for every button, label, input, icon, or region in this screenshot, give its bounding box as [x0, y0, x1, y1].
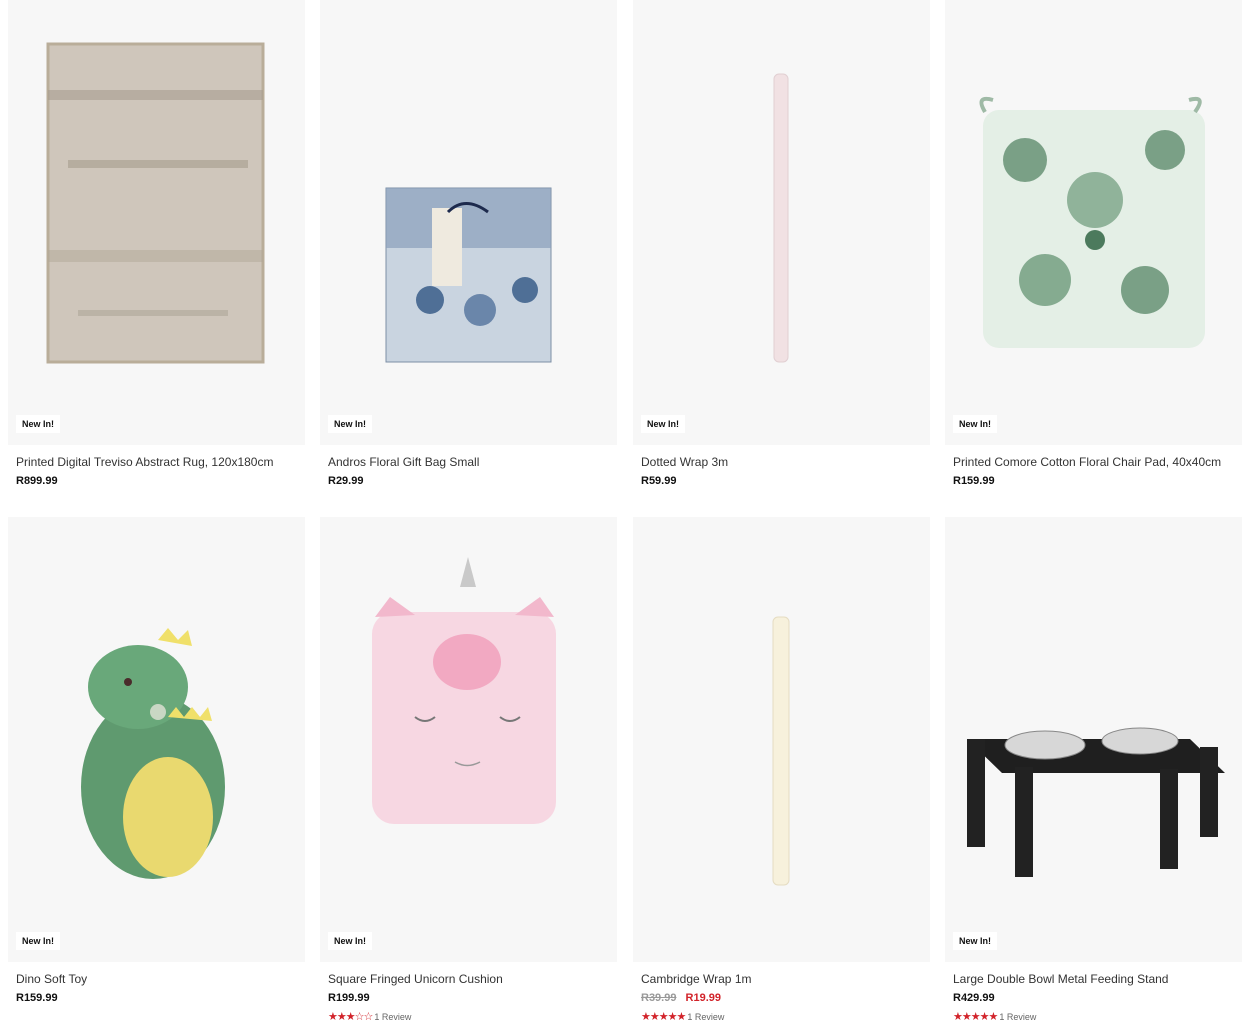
dino-toy-image — [81, 628, 225, 879]
product-card[interactable]: New In! Large Double Bowl Metal Feeding … — [945, 517, 1242, 1023]
product-rating[interactable]: ★★★★★ 1 Review — [953, 1010, 1242, 1023]
wrap-roll-image — [773, 73, 789, 363]
new-in-badge: New In! — [953, 415, 998, 433]
review-count[interactable]: 1 Review — [374, 1012, 411, 1022]
product-title[interactable]: Printed Comore Cotton Floral Chair Pad, … — [953, 455, 1242, 469]
rug-image — [46, 42, 265, 364]
rating-stars: ★★★★★ — [953, 1011, 998, 1023]
product-card[interactable]: Cambridge Wrap 1m R39.99 R19.99 ★★★★★ 1 … — [633, 517, 930, 1023]
product-image[interactable]: New In! — [8, 517, 305, 962]
product-card[interactable]: New In! Dino Soft Toy R159.99 — [8, 517, 305, 1004]
product-title[interactable]: Andros Floral Gift Bag Small — [328, 455, 617, 469]
rating-stars: ★★★☆☆ — [328, 1011, 373, 1023]
review-count[interactable]: 1 Review — [687, 1012, 724, 1022]
product-title[interactable]: Printed Digital Treviso Abstract Rug, 12… — [16, 455, 305, 469]
product-card[interactable]: New In! Square Fringed Unicorn Cushion R… — [320, 517, 617, 1023]
product-title[interactable]: Dotted Wrap 3m — [641, 455, 930, 469]
product-image[interactable]: New In! — [320, 0, 617, 445]
product-rating[interactable]: ★★★☆☆ 1 Review — [328, 1010, 617, 1023]
feeding-stand-image — [967, 727, 1225, 877]
product-price: R29.99 — [328, 475, 364, 487]
product-price: R899.99 — [16, 475, 58, 487]
product-image[interactable]: New In! — [320, 517, 617, 962]
new-in-badge: New In! — [328, 932, 373, 950]
sale-price: R19.99 — [685, 992, 722, 1004]
product-image[interactable]: New In! — [8, 0, 305, 445]
product-title[interactable]: Cambridge Wrap 1m — [641, 972, 930, 986]
old-price: R39.99 — [641, 992, 677, 1004]
product-price: R159.99 — [16, 992, 58, 1004]
gift-bag-image — [385, 187, 552, 363]
new-in-badge: New In! — [641, 415, 686, 433]
product-title[interactable]: Large Double Bowl Metal Feeding Stand — [953, 972, 1242, 986]
new-in-badge: New In! — [953, 932, 998, 950]
product-image[interactable]: New In! — [945, 517, 1242, 962]
product-price: R199.99 — [328, 992, 370, 1004]
product-price: R59.99 — [641, 475, 677, 487]
unicorn-cushion-image — [372, 557, 556, 824]
chair-pad-image — [979, 96, 1205, 348]
new-in-badge: New In! — [16, 415, 61, 433]
product-title[interactable]: Dino Soft Toy — [16, 972, 305, 986]
product-rating[interactable]: ★★★★★ 1 Review — [641, 1010, 930, 1023]
new-in-badge: New In! — [328, 415, 373, 433]
product-image[interactable] — [633, 517, 930, 962]
product-price: R39.99 R19.99 — [641, 992, 930, 1004]
product-image[interactable]: New In! — [945, 0, 1242, 445]
review-count[interactable]: 1 Review — [999, 1012, 1036, 1022]
product-card[interactable]: New In! Printed Comore Cotton Floral Cha… — [945, 0, 1242, 487]
product-price: R429.99 — [953, 992, 995, 1004]
product-card[interactable]: New In! Andros Floral Gift Bag Small R29… — [320, 0, 617, 487]
product-price: R159.99 — [953, 475, 995, 487]
product-title[interactable]: Square Fringed Unicorn Cushion — [328, 972, 617, 986]
rating-stars: ★★★★★ — [641, 1011, 686, 1023]
product-card[interactable]: New In! Dotted Wrap 3m R59.99 — [633, 0, 930, 487]
wrap-roll-image — [772, 616, 790, 886]
product-image[interactable]: New In! — [633, 0, 930, 445]
new-in-badge: New In! — [16, 932, 61, 950]
product-card[interactable]: New In! Printed Digital Treviso Abstract… — [8, 0, 305, 487]
